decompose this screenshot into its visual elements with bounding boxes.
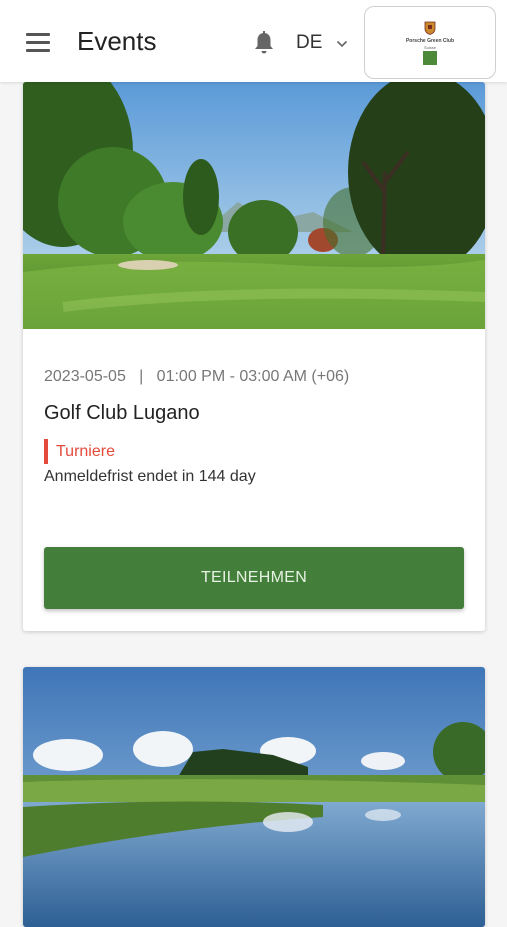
category-badge: Turniere [44, 439, 115, 464]
event-time: 01:00 PM - 03:00 AM (+06) [156, 368, 350, 385]
event-date: 2023-05-05 [44, 368, 126, 385]
chevron-down-icon [336, 32, 348, 54]
language-label: DE [296, 32, 323, 54]
crest-icon [424, 21, 436, 35]
logo-text: Porsche Green Club [405, 38, 455, 44]
hamburger-menu-icon[interactable] [26, 33, 52, 55]
event-card[interactable]: 2023-05-05 | 01:00 PM - 03:00 AM (+06) G… [23, 82, 485, 631]
registration-deadline: Anmeldefrist endet in 144 day [44, 468, 256, 485]
event-datetime: 2023-05-05 | 01:00 PM - 03:00 AM (+06) [44, 368, 350, 385]
event-card[interactable] [23, 667, 485, 927]
event-image [23, 82, 485, 329]
join-button[interactable]: TEILNEHMEN [44, 547, 464, 609]
club-logo-button[interactable]: Porsche Green Club Suisse [364, 6, 496, 79]
event-title: Golf Club Lugano [44, 402, 200, 424]
logo-green-mark [423, 51, 437, 65]
app-header: Events DE Porsche Green Club Suisse [0, 0, 507, 82]
event-image [23, 667, 485, 927]
bell-icon[interactable] [252, 30, 276, 56]
page-title: Events [77, 26, 157, 56]
language-selector[interactable]: DE [296, 32, 348, 54]
logo-subtext: Suisse [423, 45, 436, 50]
